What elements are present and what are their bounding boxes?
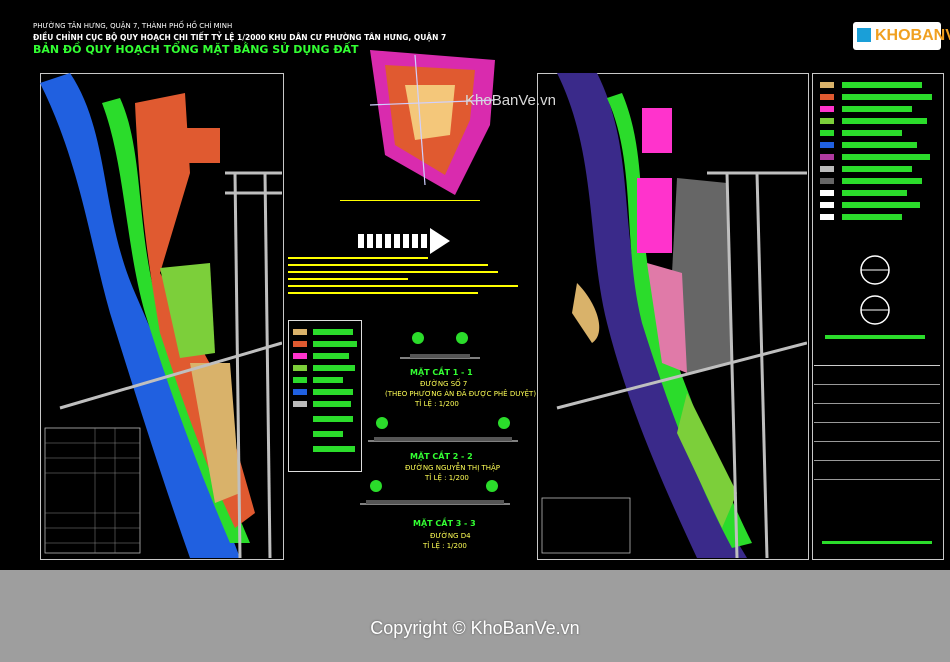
key-map <box>355 45 505 195</box>
section-3-title: MẶT CẮT 3 - 3 <box>413 519 476 528</box>
north-arrow <box>358 228 450 254</box>
section-1-scale: TỈ LỆ : 1/200 <box>415 400 459 408</box>
section-1-line2: (THEO PHƯƠNG ÁN ĐÃ ĐƯỢC PHÊ DUYỆT) <box>385 390 536 398</box>
section-2-line1: ĐƯỜNG NGUYỄN THỊ THẬP <box>405 464 500 472</box>
north-block <box>180 128 220 163</box>
ochre-area-right <box>572 283 599 343</box>
left-table <box>45 428 140 553</box>
watermark-top: KhoBanVe.vn <box>465 92 556 109</box>
section-3-scale: TỈ LỆ : 1/200 <box>423 542 467 550</box>
header-location: PHƯỜNG TÂN HƯNG, QUẬN 7, THÀNH PHỐ HỒ CH… <box>33 22 232 30</box>
legend-swatches <box>818 80 936 240</box>
footer-bar <box>0 570 950 662</box>
center-legend <box>288 320 362 472</box>
copyright-text: Copyright © KhoBanVe.vn <box>0 618 950 639</box>
house-icon <box>857 28 871 42</box>
khobanve-logo[interactable]: KHOBANVE <box>853 22 941 50</box>
section-3-drawing <box>360 478 510 510</box>
pink-school-1 <box>642 108 672 153</box>
legend-footer-label <box>814 540 940 546</box>
section-2-drawing <box>368 415 518 447</box>
page-title: BẢN ĐỒ QUY HOẠCH TỔNG MẶT BẰNG SỬ DỤNG Đ… <box>33 43 359 56</box>
right-table <box>542 498 630 553</box>
pink-school-2 <box>637 178 672 253</box>
notes-block <box>288 255 518 300</box>
section-1-drawing <box>400 328 480 364</box>
key-map-caption <box>340 200 480 217</box>
legend-symbols <box>820 250 930 360</box>
section-2-title: MẶT CẮT 2 - 2 <box>410 452 473 461</box>
right-land-use-map <box>537 73 807 558</box>
section-1-title: MẶT CẮT 1 - 1 <box>410 368 473 377</box>
logo-text: KHOBANVE <box>875 27 950 45</box>
section-3-line1: ĐƯỜNG D4 <box>430 532 471 540</box>
left-land-use-map <box>40 73 282 558</box>
section-1-line1: ĐƯỜNG SỐ 7 <box>420 380 467 388</box>
header-project: ĐIỀU CHỈNH CỤC BỘ QUY HOẠCH CHI TIẾT TỶ … <box>33 33 446 42</box>
legend-title-block <box>814 365 940 526</box>
